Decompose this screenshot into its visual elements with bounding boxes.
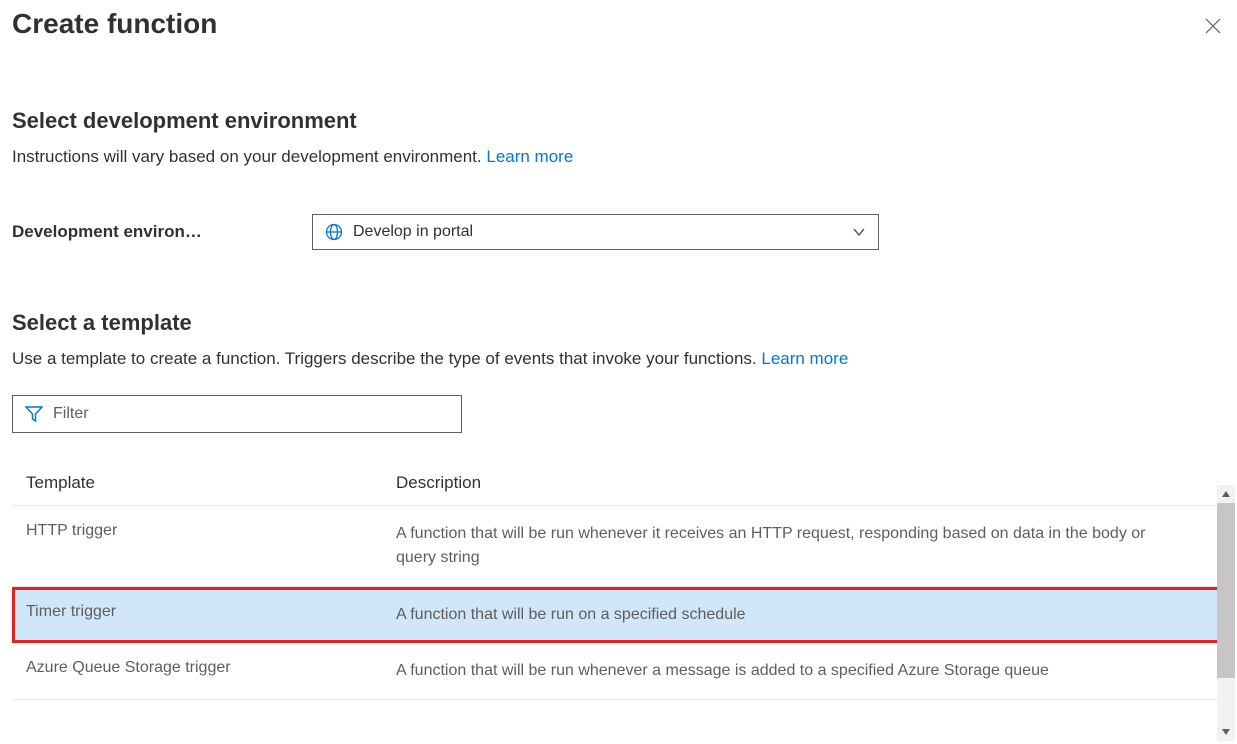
template-table: Template Description HTTP triggerA funct… (12, 461, 1225, 700)
row-description: A function that will be run whenever it … (396, 522, 1211, 570)
row-description: A function that will be run whenever a m… (396, 659, 1211, 683)
close-button[interactable] (1201, 16, 1225, 40)
dropdown-value: Develop in portal (353, 223, 852, 241)
scroll-thumb[interactable] (1217, 503, 1235, 678)
filter-box[interactable] (12, 395, 462, 433)
row-template-name: Azure Queue Storage trigger (26, 659, 396, 683)
vertical-scrollbar[interactable] (1217, 485, 1235, 741)
scroll-up-arrow[interactable] (1217, 485, 1235, 503)
template-desc-text: Use a template to create a function. Tri… (12, 349, 761, 368)
dev-env-dropdown[interactable]: Develop in portal (312, 214, 879, 250)
table-row[interactable]: Timer triggerA function that will be run… (12, 587, 1225, 643)
page-title: Create function (12, 8, 217, 40)
col-header-template[interactable]: Template (26, 473, 396, 493)
env-learn-more-link[interactable]: Learn more (486, 147, 573, 166)
table-header: Template Description (12, 461, 1225, 506)
row-description: A function that will be run on a specifi… (396, 603, 903, 627)
env-desc-text: Instructions will vary based on your dev… (12, 147, 486, 166)
template-learn-more-link[interactable]: Learn more (761, 349, 848, 368)
table-row[interactable]: HTTP triggerA function that will be run … (12, 506, 1225, 587)
dev-env-label: Development environ… (12, 222, 312, 242)
environment-section: Select development environment Instructi… (12, 108, 1225, 250)
env-section-title: Select development environment (12, 108, 1225, 134)
table-row[interactable]: Azure Queue Storage triggerA function th… (12, 643, 1225, 700)
scroll-down-arrow[interactable] (1217, 723, 1235, 741)
env-section-desc: Instructions will vary based on your dev… (12, 144, 1225, 170)
template-section: Select a template Use a template to crea… (12, 310, 1225, 701)
template-section-title: Select a template (12, 310, 1225, 336)
chevron-down-icon (852, 225, 866, 239)
row-template-name: Timer trigger (26, 603, 396, 627)
filter-icon (25, 405, 43, 423)
row-template-name: HTTP trigger (26, 522, 396, 570)
close-icon (1205, 18, 1221, 39)
template-section-desc: Use a template to create a function. Tri… (12, 346, 1225, 372)
globe-icon (325, 223, 343, 241)
filter-input[interactable] (53, 405, 449, 423)
col-header-description[interactable]: Description (396, 473, 1211, 493)
